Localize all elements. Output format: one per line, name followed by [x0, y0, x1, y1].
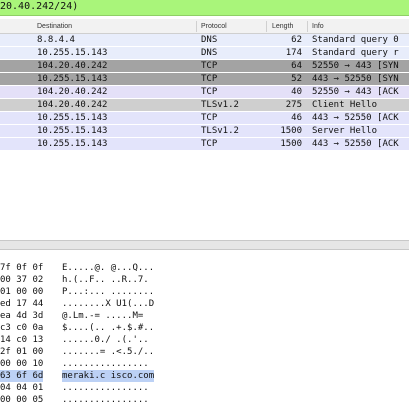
- packet-row[interactable]: 10.255.15.143 TLSv1.2 1500 Server Hello: [0, 125, 409, 137]
- bytes-hex: 04 04 01: [0, 383, 44, 393]
- bytes-row[interactable]: 14 c0 13 ......0./ .(.'..: [0, 334, 409, 346]
- display-filter-bar[interactable]: 20.40.242/24): [0, 0, 409, 16]
- packet-destination: 10.255.15.143: [37, 74, 108, 84]
- bytes-row[interactable]: 04 04 01 ................: [0, 382, 409, 394]
- bytes-hex: 01 00 00: [0, 287, 44, 297]
- column-separator[interactable]: [307, 21, 308, 32]
- packet-destination: 10.255.15.143: [37, 113, 108, 123]
- bytes-hex: 63 6f 6d: [0, 370, 44, 382]
- bytes-ascii: ................: [62, 383, 149, 393]
- packet-destination: 8.8.4.4: [37, 35, 75, 45]
- packet-length: 275: [285, 100, 302, 110]
- packet-info: 52550 → 443 [SYN: [312, 61, 399, 71]
- packet-protocol: TLSv1.2: [201, 126, 239, 136]
- bytes-ascii: $....(.. .+.$.#..: [62, 323, 155, 333]
- bytes-row[interactable]: 00 00 10 ................: [0, 358, 409, 370]
- bytes-ascii: ................: [62, 395, 149, 405]
- bytes-ascii: P...:... ........: [62, 287, 155, 297]
- packet-list-header: Destination Protocol Length Info: [0, 19, 409, 34]
- packet-protocol: TCP: [201, 113, 218, 123]
- bytes-row[interactable]: ea 4d 3d @.Lm.-= .....M=: [0, 310, 409, 322]
- packet-length: 52: [291, 74, 302, 84]
- packet-row[interactable]: 10.255.15.143 TCP 52 443 → 52550 [SYN: [0, 73, 409, 85]
- bytes-hex: 00 00 10: [0, 359, 44, 369]
- packet-info: Server Hello: [312, 126, 378, 136]
- bytes-row-highlighted[interactable]: 63 6f 6d meraki.c isco.com: [0, 370, 409, 382]
- packet-length: 46: [291, 113, 302, 123]
- packet-protocol: TCP: [201, 87, 218, 97]
- bytes-row[interactable]: 00 00 05 ................: [0, 394, 409, 406]
- packet-protocol: DNS: [201, 35, 218, 45]
- packet-length: 40: [291, 87, 302, 97]
- bytes-ascii: meraki.c isco.com: [62, 370, 155, 382]
- bytes-hex: ea 4d 3d: [0, 311, 44, 321]
- bytes-hex: 14 c0 13: [0, 335, 44, 345]
- packet-info: Standard query 0: [312, 35, 399, 45]
- packet-row[interactable]: 10.255.15.143 DNS 174 Standard query r: [0, 47, 409, 59]
- packet-row-selected[interactable]: 104.20.40.242 TLSv1.2 275 Client Hello: [0, 99, 409, 111]
- packet-row[interactable]: 10.255.15.143 TCP 1500 443 → 52550 [ACK: [0, 138, 409, 150]
- packet-destination: 10.255.15.143: [37, 139, 108, 149]
- packet-destination: 104.20.40.242: [37, 87, 108, 97]
- bytes-row[interactable]: ed 17 44 ........X U1(...D: [0, 298, 409, 310]
- packet-protocol: TCP: [201, 61, 218, 71]
- packet-info: 443 → 52550 [SYN: [312, 74, 399, 84]
- bytes-row[interactable]: c3 c0 0a $....(.. .+.$.#..: [0, 322, 409, 334]
- packet-destination: 10.255.15.143: [37, 48, 108, 58]
- packet-row[interactable]: 8.8.4.4 DNS 62 Standard query 0: [0, 34, 409, 46]
- packet-info: Client Hello: [312, 100, 378, 110]
- packet-row[interactable]: 10.255.15.143 TCP 46 443 → 52550 [ACK: [0, 112, 409, 124]
- column-header-destination[interactable]: Destination: [37, 23, 72, 30]
- packet-destination: 104.20.40.242: [37, 100, 108, 110]
- bytes-row[interactable]: 01 00 00 P...:... ........: [0, 286, 409, 298]
- column-separator[interactable]: [266, 21, 267, 32]
- packet-protocol: TLSv1.2: [201, 100, 239, 110]
- packet-row[interactable]: 104.20.40.242 TCP 40 52550 → 443 [ACK: [0, 86, 409, 98]
- bytes-row[interactable]: 7f 0f 0f E.....@. @...Q...: [0, 262, 409, 274]
- bytes-ascii: ................: [62, 359, 149, 369]
- packet-protocol: DNS: [201, 48, 218, 58]
- bytes-hex: 2f 01 00: [0, 347, 44, 357]
- bytes-ascii: .......= .<.5./..: [62, 347, 155, 357]
- bytes-hex: 7f 0f 0f: [0, 263, 44, 273]
- bytes-ascii: E.....@. @...Q...: [62, 263, 155, 273]
- packet-row[interactable]: 104.20.40.242 TCP 64 52550 → 443 [SYN: [0, 60, 409, 72]
- bytes-ascii: @.Lm.-= .....M=: [62, 311, 144, 321]
- packet-destination: 104.20.40.242: [37, 61, 108, 71]
- display-filter-input[interactable]: 20.40.242/24): [0, 1, 78, 12]
- bytes-row[interactable]: 2f 01 00 .......= .<.5./..: [0, 346, 409, 358]
- bytes-hex: c3 c0 0a: [0, 323, 44, 333]
- bytes-hex: ed 17 44: [0, 299, 44, 309]
- packet-info: 443 → 52550 [ACK: [312, 139, 399, 149]
- packet-length: 1500: [280, 126, 302, 136]
- packet-info: 52550 → 443 [ACK: [312, 87, 399, 97]
- pane-splitter[interactable]: [0, 240, 409, 250]
- packet-info: 443 → 52550 [ACK: [312, 113, 399, 123]
- bytes-row[interactable]: 00 37 02 h.(..F.. ..R..7.: [0, 274, 409, 286]
- column-header-protocol[interactable]: Protocol: [201, 23, 227, 30]
- column-separator[interactable]: [196, 21, 197, 32]
- packet-protocol: TCP: [201, 74, 218, 84]
- packet-info: Standard query r: [312, 48, 399, 58]
- packet-length: 1500: [280, 139, 302, 149]
- packet-length: 62: [291, 35, 302, 45]
- column-header-length[interactable]: Length: [272, 23, 293, 30]
- bytes-ascii: h.(..F.. ..R..7.: [62, 275, 149, 285]
- bytes-ascii: ......0./ .(.'..: [62, 335, 149, 345]
- bytes-hex: 00 00 05: [0, 395, 44, 405]
- packet-protocol: TCP: [201, 139, 218, 149]
- packet-length: 174: [285, 48, 302, 58]
- bytes-ascii: ........X U1(...D: [62, 299, 155, 309]
- packet-destination: 10.255.15.143: [37, 126, 108, 136]
- packet-details-pane[interactable]: [0, 154, 409, 240]
- bytes-hex: 00 37 02: [0, 275, 44, 285]
- column-header-info[interactable]: Info: [312, 23, 324, 30]
- packet-length: 64: [291, 61, 302, 71]
- packet-bytes-pane[interactable]: 7f 0f 0f E.....@. @...Q... 00 37 02 h.(.…: [0, 262, 409, 409]
